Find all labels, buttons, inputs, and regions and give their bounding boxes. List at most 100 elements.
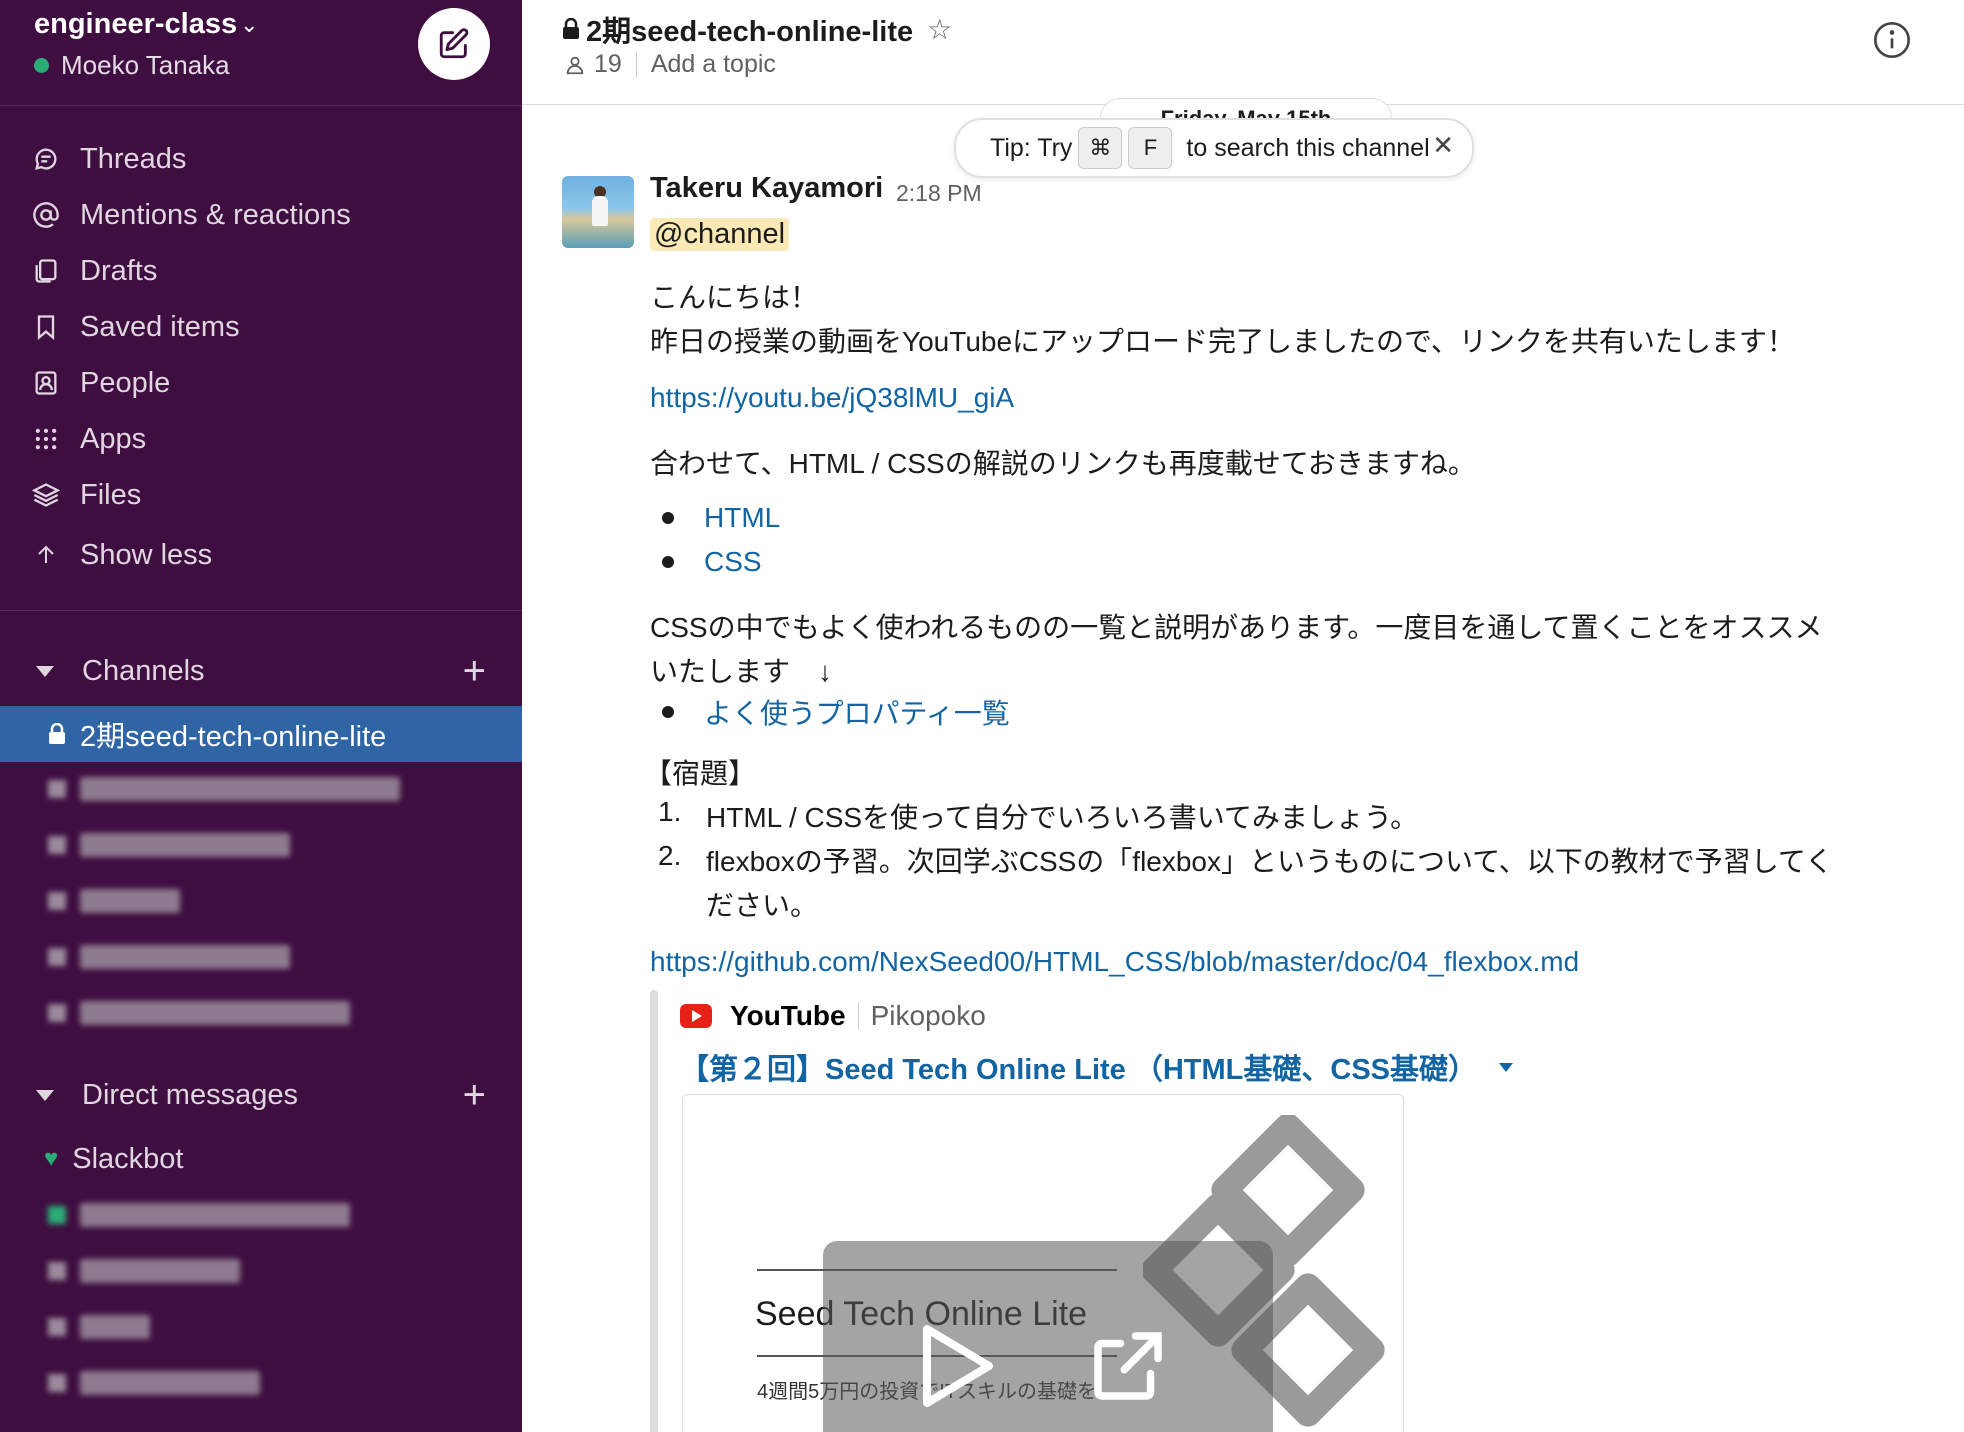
workspace-header[interactable]: engineer-class ⌄ Moeko Tanaka <box>0 0 522 106</box>
star-icon[interactable]: ☆ <box>927 13 952 46</box>
nav-apps[interactable]: Apps <box>30 416 146 462</box>
properties-link[interactable]: よく使うプロパティ一覧 <box>704 692 1010 732</box>
message-text: いたします ↓ <box>650 656 833 687</box>
message-text: 【宿題】 <box>644 758 757 789</box>
add-channel-button[interactable]: + <box>463 648 486 694</box>
sidebar-item-channel-active[interactable]: 2期seed-tech-online-lite <box>0 706 522 762</box>
files-layers-icon <box>30 479 62 511</box>
message-text: 合わせて、HTML / CSSの解説のリンクも再度載せておきますね。 <box>650 448 1476 479</box>
current-user-name: Moeko Tanaka <box>61 50 230 80</box>
header-separator <box>857 1002 859 1030</box>
bullet-icon <box>662 556 674 568</box>
list-item-text: ださい。 <box>706 890 819 921</box>
message-text: こんにちは！ <box>650 282 819 313</box>
nav-threads-label: Threads <box>80 142 187 175</box>
play-icon[interactable] <box>917 1321 997 1411</box>
caret-down-icon[interactable] <box>36 665 54 677</box>
member-icon[interactable] <box>564 54 586 76</box>
video-thumbnail[interactable]: Seed Tech Online Lite 4週間5万円の投資でITスキルの基礎… <box>682 1094 1404 1432</box>
search-tip-banner: Tip: Try ⌘ F to search this channel ✕ <box>954 118 1474 178</box>
caret-down-icon[interactable] <box>36 1089 54 1101</box>
current-user: Moeko Tanaka <box>34 50 230 81</box>
sidebar-item-dm-obscured[interactable] <box>48 1370 260 1396</box>
list-item: よく使うプロパティ一覧 <box>662 692 1010 732</box>
list-item-text: HTML / CSSを使って自分でいろいろ書いてみましょう。 <box>706 802 1419 833</box>
member-count[interactable]: 19 <box>594 50 622 79</box>
avatar[interactable] <box>562 176 634 248</box>
meta-separator <box>635 51 637 78</box>
close-icon[interactable]: ✕ <box>1432 130 1454 161</box>
people-icon <box>30 367 62 399</box>
nav-show-less[interactable]: Show less <box>30 532 212 578</box>
active-channel-label: 2期seed-tech-online-lite <box>80 721 387 753</box>
nav-drafts-label: Drafts <box>80 254 158 287</box>
channel-title[interactable]: 2期seed-tech-online-lite ☆ <box>562 8 952 50</box>
nav-mentions-label: Mentions & reactions <box>80 198 351 231</box>
nav-saved-label: Saved items <box>80 310 240 343</box>
author-name[interactable]: Pikopoko <box>871 1000 986 1032</box>
list-number: 1. <box>658 796 682 827</box>
drafts-icon <box>30 255 62 287</box>
sidebar-item-channel-obscured[interactable] <box>48 888 180 914</box>
channel-mention[interactable]: @channel <box>650 218 790 251</box>
nav-threads[interactable]: Threads <box>30 136 186 182</box>
github-link[interactable]: https://github.com/NexSeed00/HTML_CSS/bl… <box>650 946 1579 978</box>
message-text: 昨日の授業の動画をYouTubeにアップロード完了しましたので、リンクを共有いた… <box>650 326 1795 357</box>
sidebar-item-dm-obscured[interactable] <box>48 1258 240 1284</box>
sidebar-item-slackbot[interactable]: ♥ Slackbot <box>44 1136 183 1182</box>
bullet-icon <box>662 512 674 524</box>
lock-icon <box>563 18 579 39</box>
sidebar-item-dm-obscured[interactable] <box>48 1202 350 1228</box>
workspace-name[interactable]: engineer-class <box>34 8 237 41</box>
channel-meta: 19 Add a topic <box>564 50 776 79</box>
service-name: YouTube <box>730 1000 846 1031</box>
open-external-icon[interactable] <box>1083 1321 1173 1411</box>
channels-header-label: Channels <box>82 654 205 687</box>
compose-button[interactable] <box>418 8 490 80</box>
channel-title-text: 2期seed-tech-online-lite <box>586 16 914 48</box>
add-topic-link[interactable]: Add a topic <box>651 50 776 79</box>
list-item: 2. flexboxの予習。次回学ぶCSSの「flexbox」というものについて、… <box>658 840 1833 880</box>
dm-section-header[interactable]: Direct messages + <box>36 1072 496 1118</box>
add-dm-button[interactable]: + <box>463 1072 486 1118</box>
sidebar-item-channel-obscured[interactable] <box>48 944 290 970</box>
message-timestamp[interactable]: 2:18 PM <box>896 180 982 207</box>
youtube-link[interactable]: https://youtu.be/jQ38lMU_giA <box>650 382 1014 414</box>
apps-grid-icon <box>30 423 62 455</box>
sidebar-item-dm-obscured[interactable] <box>48 1314 150 1340</box>
html-link[interactable]: HTML <box>704 502 780 534</box>
unfurl-header: YouTube Pikopoko <box>680 1000 986 1032</box>
channels-section-header[interactable]: Channels + <box>36 648 496 694</box>
bookmark-icon <box>30 311 62 343</box>
message-text: CSSの中でもよく使われるものの一覧と説明があります。一度目を通して置くことをオ… <box>650 612 1823 643</box>
message-author[interactable]: Takeru Kayamori <box>650 172 883 205</box>
info-icon <box>1874 22 1910 58</box>
list-item: 1. HTML / CSSを使って自分でいろいろ書いてみましょう。 <box>658 796 1418 836</box>
nav-saved-items[interactable]: Saved items <box>30 304 240 350</box>
channel-details-button[interactable] <box>1872 20 1912 60</box>
collapse-caret-icon[interactable] <box>1499 1062 1514 1072</box>
heart-icon: ♥ <box>44 1145 59 1172</box>
youtube-logo-icon <box>680 1004 712 1028</box>
nav-mentions[interactable]: Mentions & reactions <box>30 192 351 238</box>
nav-files[interactable]: Files <box>30 472 141 518</box>
sidebar-item-channel-obscured[interactable] <box>48 832 290 858</box>
nav-drafts[interactable]: Drafts <box>30 248 157 294</box>
tip-prefix: Tip: Try <box>990 133 1073 162</box>
chevron-down-icon[interactable]: ⌄ <box>240 12 258 38</box>
nav-people[interactable]: People <box>30 360 170 406</box>
at-sign-icon <box>30 199 62 231</box>
video-title[interactable]: 【第２回】Seed Tech Online Lite （HTML基礎、CSS基礎… <box>680 1046 1514 1088</box>
sidebar-item-channel-obscured[interactable] <box>48 1000 350 1026</box>
kbd-command: ⌘ <box>1078 127 1123 169</box>
nav-files-label: Files <box>80 478 142 511</box>
presence-active-icon <box>34 58 49 73</box>
bullet-icon <box>662 706 674 718</box>
sidebar-item-channel-obscured[interactable] <box>48 776 400 802</box>
nav-people-label: People <box>80 366 171 399</box>
sidebar-divider <box>0 610 522 611</box>
channel-header: 2期seed-tech-online-lite ☆ 19 Add a topic <box>522 0 1964 105</box>
css-link[interactable]: CSS <box>704 546 762 578</box>
kbd-f: F <box>1128 127 1173 169</box>
channel-view: 2期seed-tech-online-lite ☆ 19 Add a topic… <box>522 0 1964 1432</box>
